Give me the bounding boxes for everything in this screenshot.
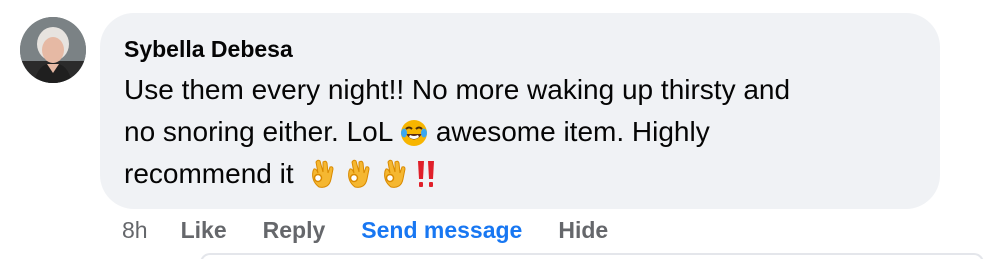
comment-bubble: Sybella Debesa Use them every night!! No… [100,13,940,209]
comment-text-line: awesome item. Highly [428,116,710,147]
reply-button[interactable]: Reply [263,217,326,244]
comment: Sybella Debesa Use them every night!! No… [0,0,1000,259]
like-button[interactable]: Like [181,217,227,244]
avatar-photo [20,17,86,83]
comment-text-line: Use them every night!! No more waking up… [124,74,791,105]
face-with-tears-of-joy-icon [400,119,428,147]
comment-author[interactable]: Sybella Debesa [124,35,916,63]
ok-hand-icon [307,159,335,189]
comment-text-line: recommend it [124,158,294,189]
ok-hand-icon [343,159,371,189]
avatar[interactable] [20,17,86,83]
comment-text-line: no snoring either. LoL [124,116,393,147]
ok-hand-icon [379,159,407,189]
double-exclamation-icon [415,159,439,189]
comment-text: Use them every night!! No more waking up… [124,69,914,195]
send-message-button[interactable]: Send message [361,217,522,244]
hide-button[interactable]: Hide [558,217,608,244]
comment-timestamp[interactable]: 8h [122,217,148,244]
comment-actions: 8h Like Reply Send message Hide [122,214,644,246]
reply-input-edge[interactable] [200,253,984,259]
